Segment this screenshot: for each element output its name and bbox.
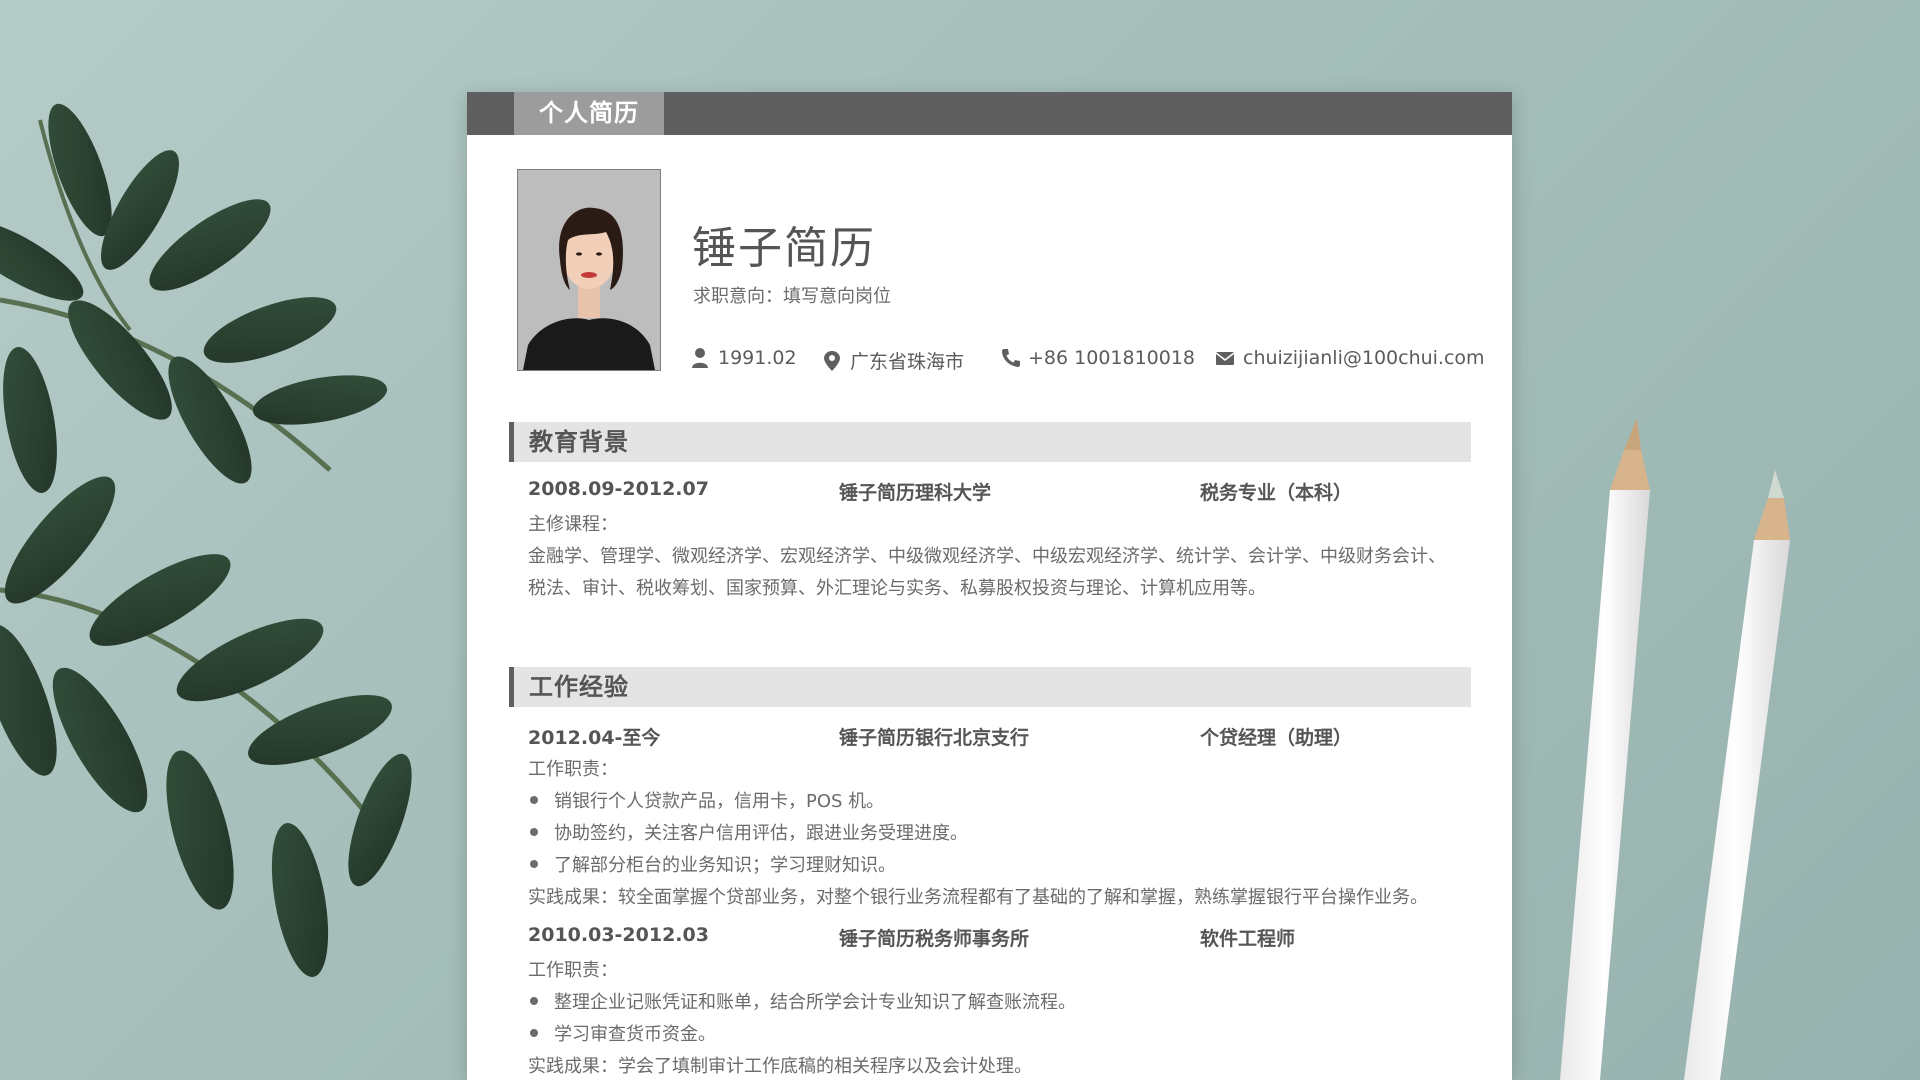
- education-section-header: 教育背景: [509, 422, 1471, 462]
- courses-line-1: 金融学、管理学、微观经济学、宏观经济学、中级微观经济学、中级宏观经济学、统计学、…: [528, 546, 1446, 567]
- contact-phone: +86 1001810018: [1000, 347, 1195, 369]
- email-text[interactable]: chuizijianli@100chui.com: [1243, 347, 1485, 369]
- courses-line-2: 税法、审计、税收筹划、国家预算、外汇理论与实务、私募股权投资与理论、计算机应用等…: [528, 578, 1266, 599]
- contact-email: chuizijianli@100chui.com: [1215, 347, 1485, 369]
- job-company: 锤子简历银行北京支行: [839, 727, 1030, 749]
- profile-photo: [517, 169, 661, 371]
- education-school: 锤子简历理科大学: [839, 482, 992, 504]
- bullet-icon: [530, 796, 538, 804]
- contact-location: 广东省珠海市: [822, 347, 964, 374]
- job-result: 实践成果：学会了填制审计工作底稿的相关程序以及会计处理。: [528, 1056, 1032, 1077]
- bullet-icon: [530, 997, 538, 1005]
- bullet-icon: [530, 828, 538, 836]
- contact-birth: 1991.02: [690, 347, 797, 369]
- duties-label: 工作职责：: [528, 960, 618, 981]
- birth-date: 1991.02: [718, 347, 797, 369]
- job-intent: 求职意向：填写意向岗位: [693, 286, 891, 307]
- job-company: 锤子简历税务师事务所: [839, 928, 1030, 950]
- duties-label: 工作职责：: [528, 759, 618, 780]
- plant-decoration: [0, 103, 412, 977]
- location-text: 广东省珠海市: [850, 351, 965, 373]
- duty-item: 学习审查货币资金。: [528, 1020, 716, 1046]
- job-position: 个贷经理（助理）: [1200, 727, 1353, 749]
- job-row: 2012.04-至今 锤子简历银行北京支行 个贷经理（助理）: [467, 723, 1512, 749]
- pencil-decoration: [1560, 418, 1790, 1080]
- bullet-icon: [530, 860, 538, 868]
- user-icon: [690, 347, 710, 369]
- education-period: 2008.09-2012.07: [528, 478, 709, 500]
- job-period: 2010.03-2012.03: [528, 924, 709, 946]
- duty-item: 销银行个人贷款产品，信用卡，POS 机。: [528, 787, 884, 813]
- phone-icon: [1000, 347, 1020, 369]
- bullet-icon: [530, 1029, 538, 1037]
- map-pin-icon: [822, 350, 842, 372]
- education-major: 税务专业（本科）: [1200, 482, 1353, 504]
- duty-item: 了解部分柜台的业务知识；学习理财知识。: [528, 851, 896, 877]
- duty-item: 整理企业记账凭证和账单，结合所学会计专业知识了解查账流程。: [528, 988, 1076, 1014]
- duty-item: 协助签约，关注客户信用评估，跟进业务受理进度。: [528, 819, 968, 845]
- candidate-name: 锤子简历: [692, 223, 876, 274]
- job-result: 实践成果：较全面掌握个贷部业务，对整个银行业务流程都有了基础的了解和掌握，熟练掌…: [528, 887, 1428, 908]
- courses-label: 主修课程：: [528, 514, 618, 535]
- education-title: 教育背景: [529, 428, 629, 456]
- phone-text[interactable]: +86 1001810018: [1028, 347, 1195, 369]
- resume-header-bar: 个人简历: [467, 92, 1512, 135]
- envelope-icon: [1215, 347, 1235, 369]
- job-row: 2010.03-2012.03 锤子简历税务师事务所 软件工程师: [467, 924, 1512, 950]
- resume-title-tab: 个人简历: [514, 92, 664, 135]
- work-title: 工作经验: [529, 673, 629, 701]
- education-row: 2008.09-2012.07 锤子简历理科大学 税务专业（本科）: [467, 478, 1512, 504]
- job-period: 2012.04-至今: [528, 727, 661, 749]
- job-position: 软件工程师: [1200, 928, 1296, 950]
- work-section-header: 工作经验: [509, 667, 1471, 707]
- resume-sheet: 个人简历 锤子简历 求职意向：填写意向岗位 1991.02 广东省珠海市 +86…: [467, 92, 1512, 1080]
